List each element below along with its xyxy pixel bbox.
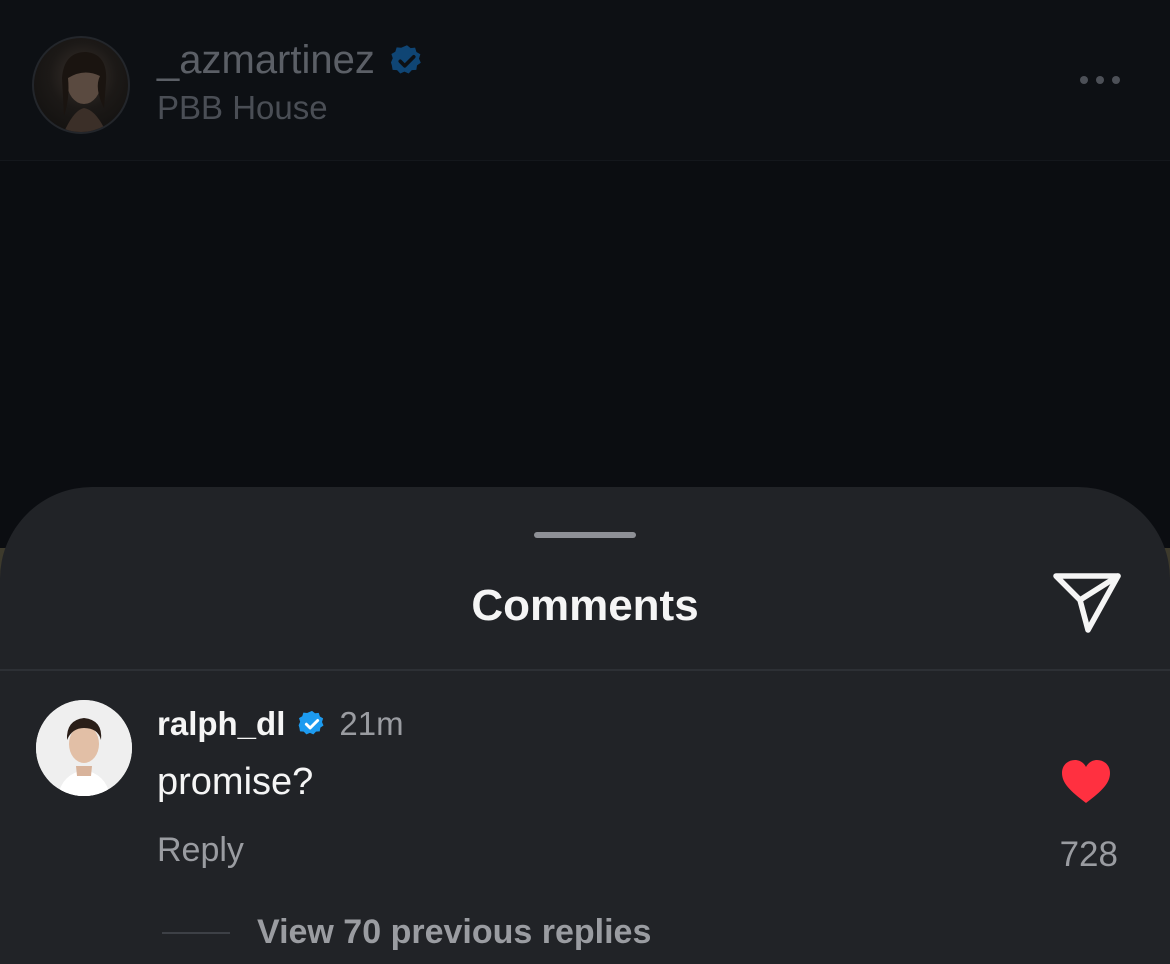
- like-count: 728: [1059, 835, 1118, 874]
- heart-filled-icon[interactable]: [1060, 759, 1112, 805]
- divider: [0, 669, 1170, 671]
- sheet-grabber[interactable]: [534, 532, 636, 538]
- comments-sheet: Comments ralph_dl 21m promise? Reply 728…: [0, 487, 1170, 964]
- post-author-avatar[interactable]: [32, 36, 130, 134]
- sheet-title: Comments: [471, 581, 699, 630]
- send-icon[interactable]: [1050, 570, 1124, 636]
- commenter-username[interactable]: ralph_dl: [157, 705, 285, 743]
- post-header: _azmartinez PBB House: [0, 0, 1170, 161]
- post-username-row[interactable]: _azmartinez: [157, 38, 425, 83]
- comment-timestamp: 21m: [339, 705, 404, 742]
- more-horizontal-icon[interactable]: [1080, 70, 1128, 90]
- post-username[interactable]: _azmartinez: [157, 38, 375, 83]
- commenter-avatar[interactable]: [36, 700, 132, 796]
- comment-text: promise?: [157, 761, 314, 803]
- verified-badge-icon: [390, 44, 421, 73]
- comment-header: ralph_dl 21m: [157, 705, 404, 743]
- replies-line: [162, 932, 230, 934]
- view-previous-replies-button[interactable]: View 70 previous replies: [257, 913, 651, 952]
- reply-button[interactable]: Reply: [157, 831, 244, 870]
- post-location[interactable]: PBB House: [157, 89, 328, 127]
- verified-badge-icon: [298, 710, 324, 735]
